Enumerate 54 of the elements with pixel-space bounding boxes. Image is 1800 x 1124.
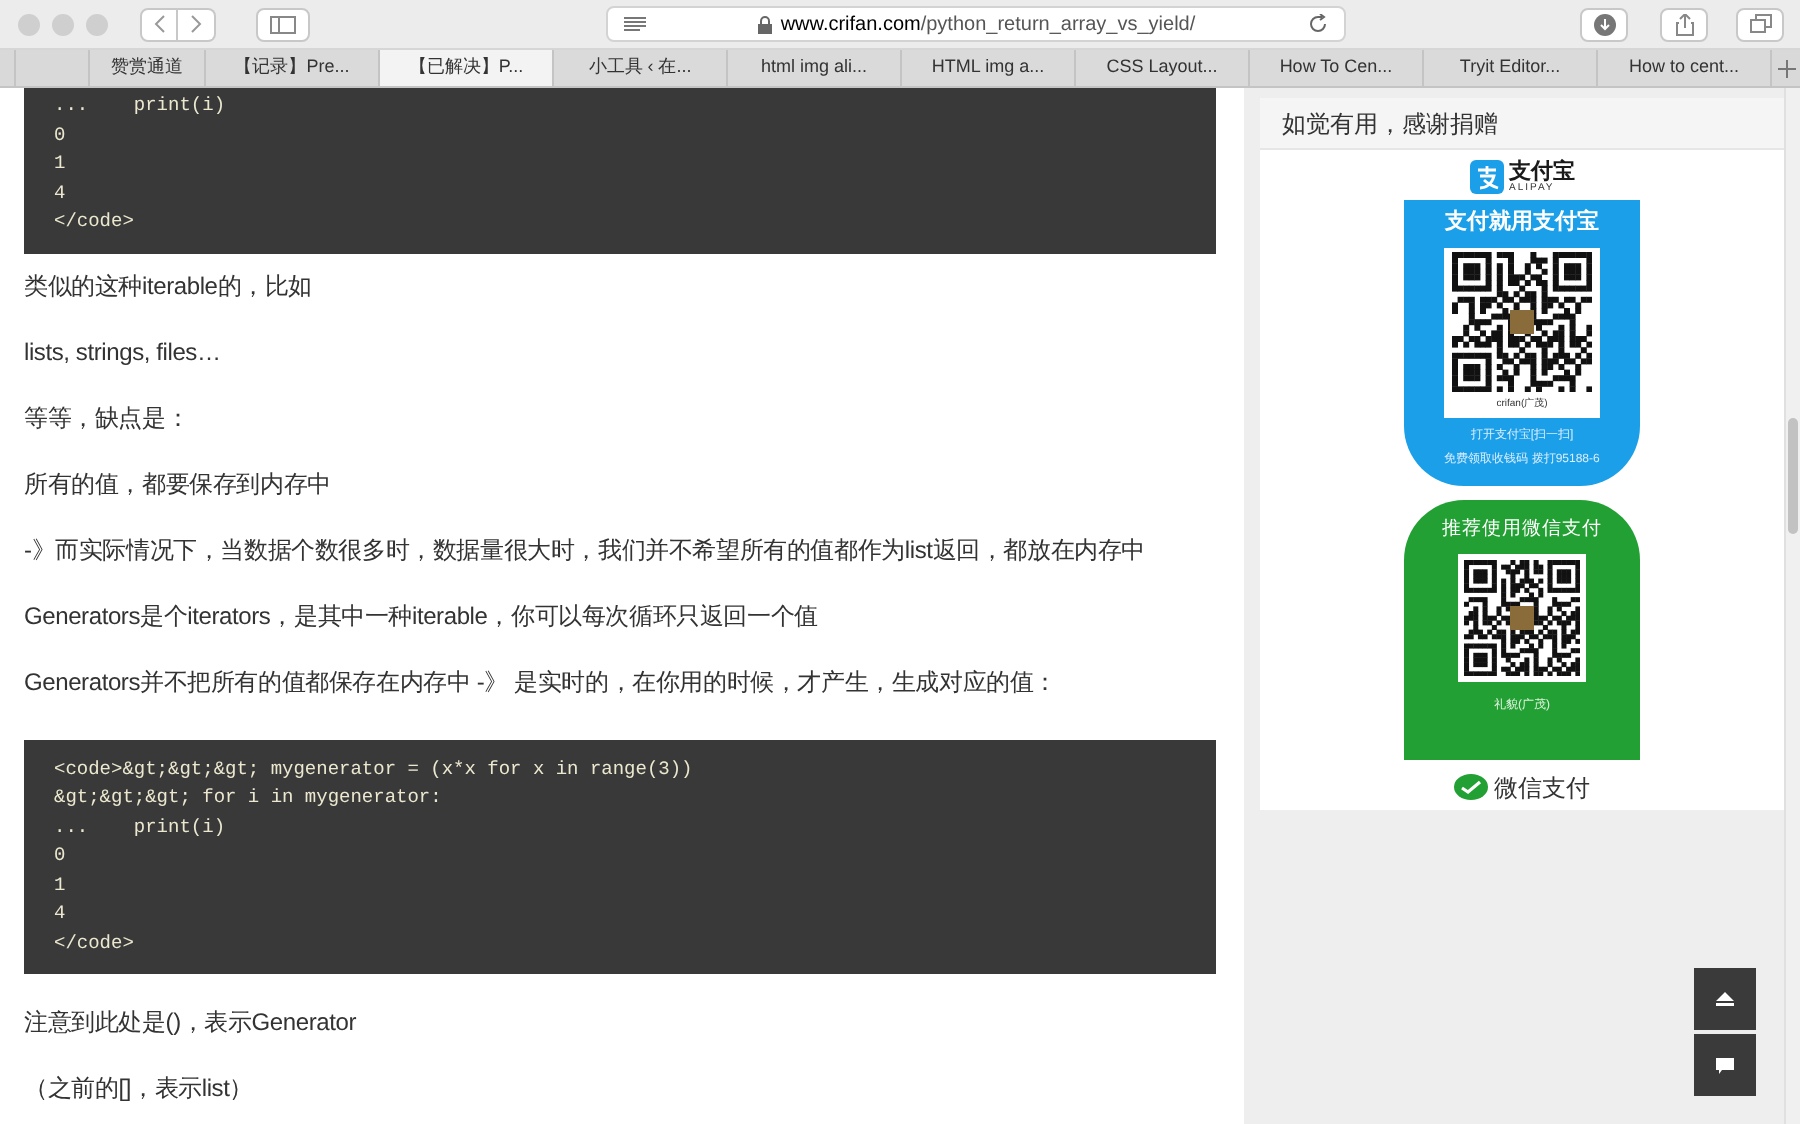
back-button[interactable] <box>140 7 178 41</box>
wechat-qr-code <box>1464 560 1580 677</box>
reader-icon[interactable] <box>624 16 646 32</box>
code-line: </code> <box>54 929 136 957</box>
code-line: &gt;&gt;&gt; for i in mygenerator: <box>54 784 444 812</box>
chevron-left-icon <box>153 14 165 34</box>
scroll-top-button[interactable] <box>1694 968 1756 1030</box>
browser-tab[interactable]: 【已解决】P... <box>380 50 554 86</box>
article-paragraph: （之前的[]，表示list） <box>24 1072 256 1106</box>
code-line: 0 <box>54 121 68 149</box>
code-line: 1 <box>54 871 68 899</box>
alipay-logo-icon <box>1469 160 1503 194</box>
chevron-right-icon <box>190 14 202 34</box>
tabs-button[interactable] <box>1736 7 1784 41</box>
comment-button[interactable] <box>1694 1034 1756 1096</box>
code-line: ... print(i) <box>54 92 228 120</box>
alipay-logo-text: 支付宝 <box>1509 161 1575 183</box>
code-line: 4 <box>54 179 68 207</box>
wechat-pay-icon <box>1454 774 1488 802</box>
comment-icon <box>1716 1057 1734 1073</box>
eject-icon <box>1716 992 1734 1006</box>
article-paragraph: 等等，缺点是： <box>24 401 192 435</box>
address-bar[interactable]: www.crifan.com/python_return_array_vs_yield/ <box>606 6 1346 42</box>
tabs-icon <box>1749 14 1771 34</box>
code-line: ... print(i) <box>54 813 228 841</box>
download-button[interactable] <box>1580 7 1628 41</box>
code-line: </code> <box>54 208 136 236</box>
article-paragraph: Generators并不把所有的值都保存在内存中 -》 是实时的，在你用的时候，才产生，生成对应的值： <box>24 665 1059 699</box>
url-text: www.crifan.com/python_return_array_vs_yield/ <box>780 11 1196 39</box>
alipay-heading: 支付就用支付宝 <box>1445 207 1599 238</box>
alipay-qr-code <box>1452 251 1592 391</box>
article-paragraph: Generators是个iterators，是其中一种iterable，你可以每次循环只返回一个值 <box>24 599 820 633</box>
plus-icon <box>1777 59 1795 77</box>
article-paragraph: 所有的值，都要保存到内存中 <box>24 467 333 501</box>
download-icon <box>1593 13 1615 35</box>
scrollbar-thumb[interactable] <box>1788 418 1798 534</box>
code-line: <code>&gt;&gt;&gt; mygenerator = (x*x for x in range(3)) <box>54 755 695 783</box>
article-paragraph: 类似的这种iterable的，比如 <box>24 269 314 303</box>
forward-button[interactable] <box>178 7 216 41</box>
article-paragraph: 注意到此处是()，表示Generator <box>24 1006 359 1040</box>
sidebar-button[interactable] <box>256 7 310 41</box>
lock-icon <box>758 15 773 33</box>
article-paragraph: lists, strings, files… <box>24 335 223 369</box>
donate-title: 如觉有用，感谢捐赠 <box>1282 107 1498 141</box>
article-paragraph: -》而实际情况下，当数据个数很多时，数据量很大时，我们并不希望所有的值都作为list返回，都放在内存中 <box>24 533 1147 567</box>
share-icon <box>1675 13 1693 35</box>
share-button[interactable] <box>1660 7 1708 41</box>
code-line: 1 <box>54 150 68 178</box>
wechat-heading: 推荐使用微信支付 <box>1442 516 1602 544</box>
wechat-pay-label: 微信支付 <box>1494 772 1590 806</box>
reload-icon[interactable] <box>1308 14 1328 34</box>
sidebar-icon <box>270 15 296 33</box>
code-line: 0 <box>54 842 68 870</box>
code-line: 4 <box>54 900 68 928</box>
